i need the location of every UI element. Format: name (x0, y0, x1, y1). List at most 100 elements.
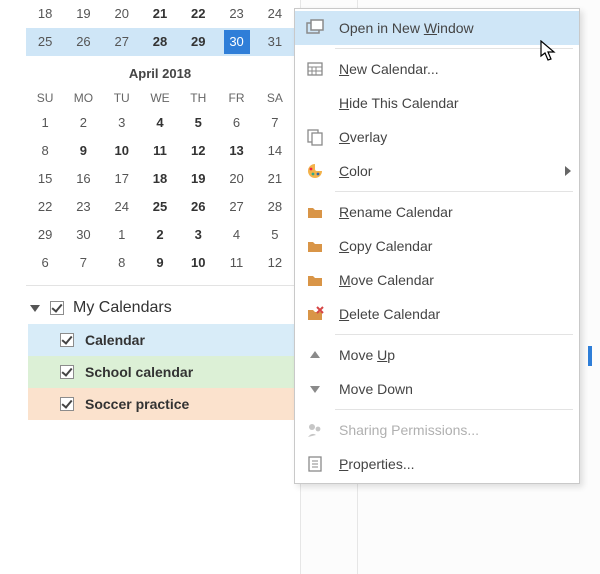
calendar-group: My Calendars CalendarSchool calendarSocc… (26, 290, 300, 424)
menu-divider (335, 48, 573, 49)
mini-day[interactable]: 25 (26, 28, 64, 56)
menu-item-new-calendar[interactable]: New Calendar... (295, 52, 579, 86)
mini-day[interactable]: 5 (256, 221, 294, 249)
group-checkbox[interactable] (50, 301, 64, 315)
menu-item-label: New Calendar... (329, 61, 571, 77)
mini-day[interactable]: 26 (179, 193, 217, 221)
mini-day[interactable]: 31 (256, 28, 294, 56)
dow-label: TU (103, 87, 141, 109)
menu-item-label: Delete Calendar (329, 306, 571, 322)
mini-day[interactable]: 7 (64, 249, 102, 277)
mini-day[interactable]: 25 (141, 193, 179, 221)
mini-day[interactable]: 5 (179, 109, 217, 137)
menu-item-sharing-permissions: Sharing Permissions... (295, 413, 579, 447)
mini-day[interactable]: 6 (217, 109, 255, 137)
mini-day[interactable]: 6 (26, 249, 64, 277)
mini-day[interactable]: 20 (103, 0, 141, 28)
mini-day[interactable]: 19 (179, 165, 217, 193)
mini-calendar-march-fragment[interactable]: 18192021222324 25262728293031 (26, 0, 294, 56)
mini-day[interactable]: 29 (26, 221, 64, 249)
mini-day[interactable]: 10 (179, 249, 217, 277)
mini-day[interactable]: 24 (256, 0, 294, 28)
mini-day[interactable]: 27 (217, 193, 255, 221)
menu-item-label: Sharing Permissions... (329, 422, 571, 438)
dow-label: SA (256, 87, 294, 109)
menu-item-properties[interactable]: Properties... (295, 447, 579, 481)
menu-item-hide-this-calendar[interactable]: Hide This Calendar (295, 86, 579, 120)
mini-day[interactable]: 3 (103, 109, 141, 137)
mini-day[interactable]: 8 (26, 137, 64, 165)
mini-day[interactable]: 11 (141, 137, 179, 165)
mini-day[interactable]: 3 (179, 221, 217, 249)
mini-day[interactable]: 1 (26, 109, 64, 137)
menu-divider (335, 191, 573, 192)
mini-day[interactable]: 19 (64, 0, 102, 28)
menu-item-label: Copy Calendar (329, 238, 571, 254)
mini-day[interactable]: 18 (26, 0, 64, 28)
menu-item-open-in-new-window[interactable]: Open in New Window (295, 11, 579, 45)
mini-day[interactable]: 14 (256, 137, 294, 165)
mini-day[interactable]: 12 (179, 137, 217, 165)
mini-day[interactable]: 26 (64, 28, 102, 56)
mini-day[interactable]: 1 (103, 221, 141, 249)
menu-item-delete-calendar[interactable]: Delete Calendar (295, 297, 579, 331)
menu-item-label: Move Up (329, 347, 571, 363)
mini-day[interactable]: 17 (103, 165, 141, 193)
calendar-item[interactable]: Calendar (28, 324, 298, 356)
calendar-item[interactable]: School calendar (28, 356, 298, 388)
calendar-sidebar: 1819202122232425262728293031 April 2018 … (20, 0, 300, 574)
mini-day[interactable]: 30 (64, 221, 102, 249)
menu-divider (335, 334, 573, 335)
mini-day[interactable]: 28 (256, 193, 294, 221)
mini-day[interactable]: 18 (141, 165, 179, 193)
mini-day[interactable]: 12 (256, 249, 294, 277)
menu-item-copy-calendar[interactable]: Copy Calendar (295, 229, 579, 263)
properties-icon (301, 450, 329, 478)
mini-day[interactable]: 28 (141, 28, 179, 56)
mini-day[interactable]: 13 (217, 137, 255, 165)
folder-delete-icon (301, 300, 329, 328)
folder-rename-icon (301, 198, 329, 226)
calendar-checkbox[interactable] (60, 333, 74, 347)
menu-divider (335, 409, 573, 410)
color-icon (301, 157, 329, 185)
menu-item-move-up[interactable]: Move Up (295, 338, 579, 372)
mini-day[interactable]: 16 (64, 165, 102, 193)
mini-day[interactable]: 2 (64, 109, 102, 137)
mini-day[interactable]: 4 (217, 221, 255, 249)
mini-day[interactable]: 9 (64, 137, 102, 165)
mini-day[interactable]: 23 (64, 193, 102, 221)
calendar-checkbox[interactable] (60, 365, 74, 379)
mini-day[interactable]: 15 (26, 165, 64, 193)
menu-item-label: Overlay (329, 129, 571, 145)
mini-day[interactable]: 2 (141, 221, 179, 249)
calendar-checkbox[interactable] (60, 397, 74, 411)
menu-item-move-calendar[interactable]: Move Calendar (295, 263, 579, 297)
mini-day[interactable]: 21 (141, 0, 179, 28)
mini-day[interactable]: 23 (217, 0, 255, 28)
mini-day[interactable]: 29 (179, 28, 217, 56)
mini-day[interactable]: 21 (256, 165, 294, 193)
mini-day[interactable]: 7 (256, 109, 294, 137)
mini-day[interactable]: 10 (103, 137, 141, 165)
menu-item-label: Color (329, 163, 565, 179)
menu-item-color[interactable]: Color (295, 154, 579, 188)
mini-day[interactable]: 22 (26, 193, 64, 221)
menu-item-overlay[interactable]: Overlay (295, 120, 579, 154)
calendar-item[interactable]: Soccer practice (28, 388, 298, 420)
mini-calendar-april[interactable]: April 2018 SUMOTUWETHFRSA 12345678910111… (26, 56, 294, 277)
mini-day[interactable]: 11 (217, 249, 255, 277)
mini-day[interactable]: 24 (103, 193, 141, 221)
submenu-arrow-icon (565, 166, 571, 176)
mini-day[interactable]: 9 (141, 249, 179, 277)
mini-day[interactable]: 30 (217, 28, 255, 56)
mini-day[interactable]: 27 (103, 28, 141, 56)
triangle-up-icon (301, 341, 329, 369)
mini-day[interactable]: 20 (217, 165, 255, 193)
mini-day[interactable]: 22 (179, 0, 217, 28)
menu-item-move-down[interactable]: Move Down (295, 372, 579, 406)
menu-item-rename-calendar[interactable]: Rename Calendar (295, 195, 579, 229)
calendar-group-header[interactable]: My Calendars (28, 294, 298, 324)
mini-day[interactable]: 4 (141, 109, 179, 137)
mini-day[interactable]: 8 (103, 249, 141, 277)
